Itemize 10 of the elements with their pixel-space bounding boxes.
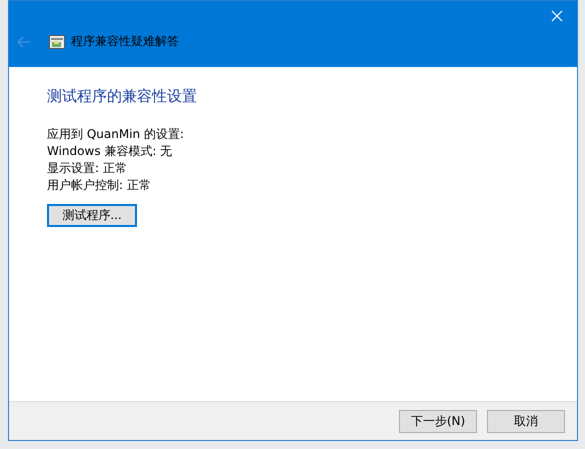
setting-text: Windows 兼容模式: 无 bbox=[47, 143, 174, 160]
window-title: 程序兼容性疑难解答 bbox=[71, 33, 179, 50]
test-program-button[interactable]: 测试程序... bbox=[47, 204, 137, 227]
program-icon bbox=[49, 34, 65, 48]
next-button[interactable]: 下一步(N) bbox=[399, 410, 477, 432]
page-heading: 测试程序的兼容性设置 bbox=[47, 87, 198, 106]
cancel-button[interactable]: 取消 bbox=[487, 410, 565, 432]
setting-text: 显示设置: 正常 bbox=[47, 160, 128, 177]
setting-text: 应用到 QuanMin 的设置: bbox=[47, 126, 185, 143]
setting-text: 用户帐户控制: 正常 bbox=[47, 177, 152, 194]
